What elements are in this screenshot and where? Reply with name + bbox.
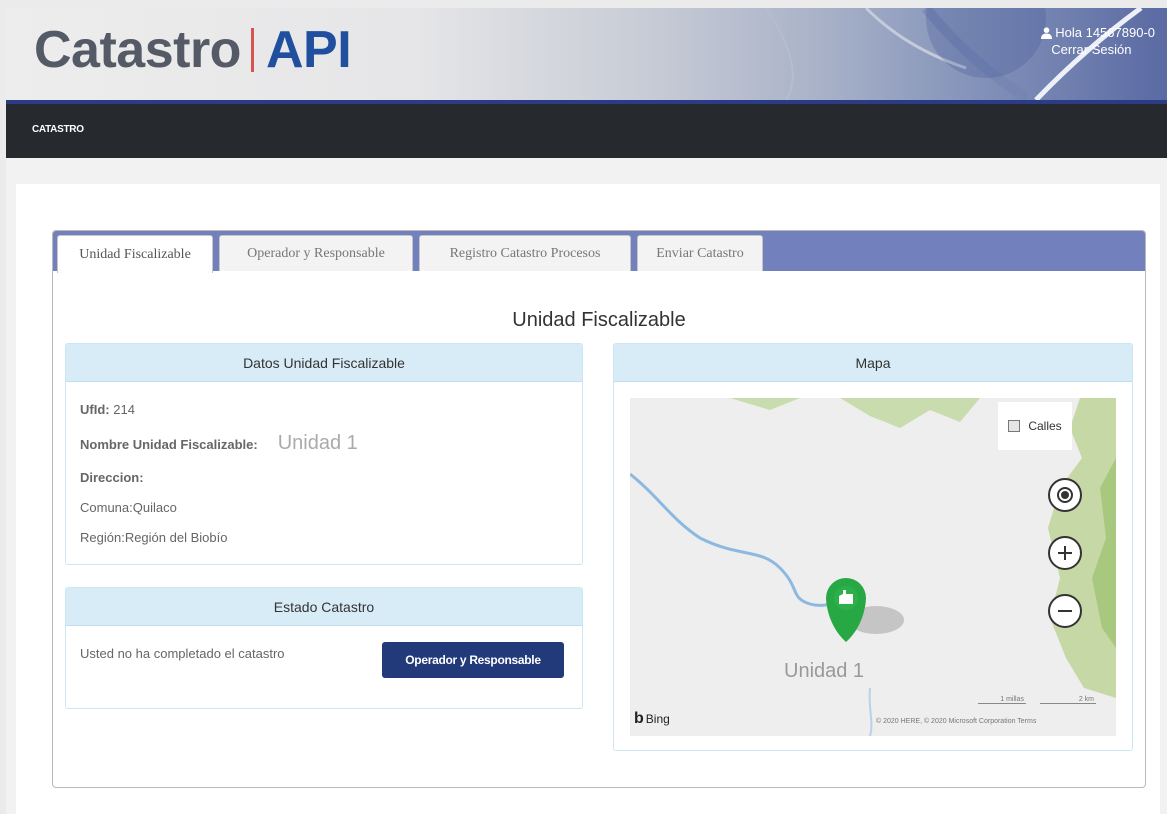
app-header: Catastro API Hola 14567890-0 Cerrar Sesi…: [6, 8, 1167, 100]
bing-text: Bing: [645, 712, 670, 726]
estado-panel-title: Estado Catastro: [66, 588, 582, 626]
estado-message: Usted no ha completado el catastro: [80, 646, 285, 661]
nombre-row: Nombre Unidad Fiscalizable: Unidad 1: [80, 432, 568, 455]
locate-icon[interactable]: [1048, 478, 1082, 512]
tab-label: Registro Catastro Procesos: [449, 245, 601, 261]
page-title: Unidad Fiscalizable: [512, 309, 686, 331]
estado-panel: Estado Catastro Usted no ha completado e…: [65, 587, 583, 709]
layer-label: Calles: [1028, 419, 1062, 433]
tab-label: Enviar Catastro: [656, 245, 744, 261]
nav-item-catastro[interactable]: CATASTRO: [32, 124, 84, 135]
logo-divider: [250, 28, 254, 72]
logo-text-api: API: [265, 21, 352, 79]
user-box: Hola 14567890-0 Cerrar Sesión: [1041, 24, 1155, 58]
logo-text-catastro: Catastro: [34, 21, 241, 79]
marker-label: Unidad 1: [784, 660, 865, 682]
user-greeting: Hola 14567890-0: [1055, 25, 1155, 40]
operador-responsable-button[interactable]: Operador y Responsable: [382, 642, 564, 678]
map-panel-title: Mapa: [614, 344, 1132, 382]
layer-checkbox[interactable]: [1008, 420, 1021, 432]
direccion-label: Direccion:: [80, 470, 144, 485]
scale-km: 2 km: [1040, 696, 1096, 704]
page-surface: Unidad Fiscalizable Operador y Responsab…: [6, 158, 1167, 814]
tab-strip: Unidad Fiscalizable Operador y Responsab…: [53, 231, 1145, 273]
zoom-in-icon[interactable]: [1048, 536, 1082, 570]
datos-panel-title: Datos Unidad Fiscalizable: [66, 344, 582, 382]
tab-operador-responsable[interactable]: Operador y Responsable: [219, 235, 413, 271]
comuna-value: Quilaco: [132, 500, 177, 515]
direccion-row: Direccion:: [80, 470, 568, 485]
logout-link[interactable]: Cerrar Sesión: [1051, 41, 1155, 58]
main-panel: Unidad Fiscalizable Operador y Responsab…: [16, 184, 1160, 814]
datos-panel: Datos Unidad Fiscalizable UfId: 214 Nomb…: [65, 343, 583, 565]
layer-toggle-calles[interactable]: Calles: [998, 402, 1072, 450]
region-label: Región:: [80, 530, 125, 545]
comuna-row: Comuna: Quilaco: [80, 500, 568, 515]
nombre-label: Nombre Unidad Fiscalizable:: [80, 437, 258, 452]
navbar: CATASTRO: [6, 104, 1167, 158]
datos-panel-body: UfId: 214 Nombre Unidad Fiscalizable: Un…: [66, 382, 582, 580]
app-logo[interactable]: Catastro API: [34, 18, 352, 82]
ufid-row: UfId: 214: [80, 402, 568, 417]
region-value: Región del Biobío: [124, 530, 228, 545]
tab-enviar-catastro[interactable]: Enviar Catastro: [637, 235, 763, 271]
region-row: Región: Región del Biobío: [80, 530, 568, 545]
comuna-label: Comuna:: [80, 500, 133, 515]
map-view[interactable]: Calles Unidad 1 b Bing 1 millas 2 km © 2…: [630, 398, 1116, 736]
tabs-container: Unidad Fiscalizable Operador y Responsab…: [52, 230, 1146, 788]
bing-logo: b Bing: [634, 710, 670, 728]
tab-label: Unidad Fiscalizable: [79, 246, 191, 262]
tab-registro-catastro-procesos[interactable]: Registro Catastro Procesos: [419, 235, 631, 271]
zoom-out-icon[interactable]: [1048, 594, 1082, 628]
tab-label: Operador y Responsable: [247, 245, 385, 261]
ufid-value: 214: [113, 402, 135, 417]
ufid-label: UfId:: [80, 402, 110, 417]
user-icon: [1041, 26, 1053, 39]
nombre-value: Unidad 1: [277, 432, 358, 454]
tab-unidad-fiscalizable[interactable]: Unidad Fiscalizable: [57, 235, 213, 273]
map-panel: Mapa Calles Unidad 1 b Bing 1 millas 2 k…: [613, 343, 1133, 751]
bing-icon: b: [634, 710, 644, 727]
scale-miles: 1 millas: [978, 696, 1026, 704]
map-copyright[interactable]: © 2020 HERE, © 2020 Microsoft Corporatio…: [876, 718, 1036, 725]
